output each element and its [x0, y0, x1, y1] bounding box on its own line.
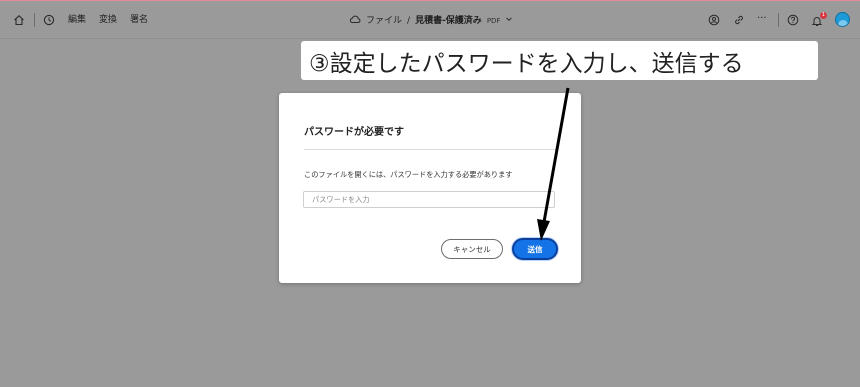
pointer-arrow-icon — [537, 87, 570, 241]
